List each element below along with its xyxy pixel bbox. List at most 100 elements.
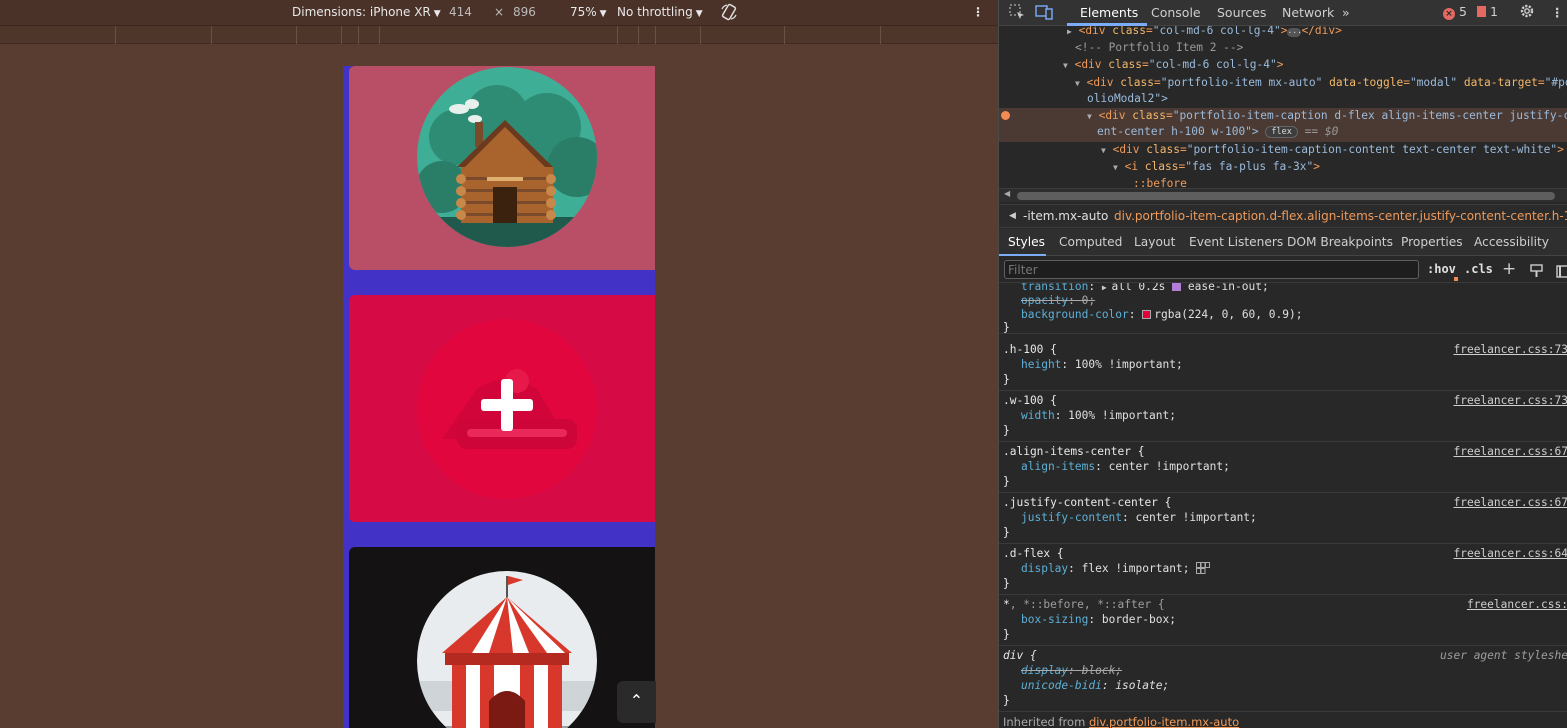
tab-sources[interactable]: Sources xyxy=(1217,5,1266,20)
tab-styles[interactable]: Styles xyxy=(1008,235,1045,249)
tab-layout[interactable]: Layout xyxy=(1134,235,1175,249)
css-rule-d-flex: .d-flex { freelancer.css:64 display: fle… xyxy=(999,544,1567,595)
css-selector[interactable]: *, *::before, *::after { xyxy=(1003,597,1165,612)
tab-network[interactable]: Network xyxy=(1282,5,1334,20)
chevron-up-icon: ⌃ xyxy=(629,691,644,710)
tab-event-listeners[interactable]: Event Listeners xyxy=(1189,235,1283,249)
dom-comment[interactable]: <!-- Portfolio Item 2 --> xyxy=(1075,40,1243,56)
dom-node-caption-wrap: ent-center h-100 w-100"> flex == $0 xyxy=(1097,125,1339,138)
dom-horizontal-scrollbar[interactable]: ◀ xyxy=(999,188,1567,202)
sidebar-toggle-icon[interactable] xyxy=(1556,263,1567,282)
issue-flag-icon xyxy=(1477,6,1486,17)
flexbox-editor-icon[interactable] xyxy=(1196,562,1211,578)
dom-node-portfolio-item[interactable]: ▼ <div class="portfolio-item mx-auto" da… xyxy=(1075,75,1567,91)
media-query-ruler xyxy=(0,26,998,44)
ruler-tick xyxy=(880,26,881,44)
filter-input[interactable] xyxy=(1004,260,1419,279)
css-selector[interactable]: div { xyxy=(1003,648,1037,663)
collapse-triangle-icon: ▼ xyxy=(1113,163,1118,172)
scrollbar-thumb[interactable] xyxy=(1017,192,1555,200)
scroll-left-arrow-icon[interactable]: ◀ xyxy=(1004,189,1010,198)
css-declaration[interactable]: box-sizing: border-box; xyxy=(1021,612,1176,627)
flex-badge[interactable]: flex xyxy=(1265,126,1298,138)
css-selector[interactable]: .justify-content-center { xyxy=(1003,495,1171,510)
tab-computed[interactable]: Computed xyxy=(1059,235,1122,249)
dom-node-col-2[interactable]: ▼ <div class="col-md-6 col-lg-4"> xyxy=(1063,57,1283,73)
css-source-link[interactable]: freelancer.css: xyxy=(1467,597,1567,612)
css-declaration[interactable]: width: 100% !important; xyxy=(1021,408,1176,423)
ruler-tick xyxy=(617,26,618,44)
portfolio-item-cabin[interactable] xyxy=(349,66,655,270)
issues-count: 1 xyxy=(1489,4,1498,19)
dom-node-icon-i[interactable]: ▼ <i class="fas fa-plus fa-3x"> xyxy=(1113,159,1320,175)
new-rule-plus-icon[interactable]: + xyxy=(1502,259,1516,279)
scroll-to-top-button[interactable]: ⌃ xyxy=(617,681,656,723)
css-declaration[interactable]: background-color: rgba(224, 0, 60, 0.9); xyxy=(1021,307,1302,322)
rotate-icon[interactable] xyxy=(720,3,738,24)
color-swatch[interactable] xyxy=(1142,310,1152,319)
css-source-link[interactable]: freelancer.css:73 xyxy=(1453,393,1567,408)
tab-console[interactable]: Console xyxy=(1151,5,1201,20)
inherited-from-link[interactable]: div.portfolio-item.mx-auto xyxy=(1089,715,1239,728)
ruler-tick xyxy=(655,26,656,44)
cabin-image xyxy=(417,67,597,247)
elements-dom-tree: ▶ <div class="col-md-6 col-lg-4">...</di… xyxy=(999,26,1567,188)
portfolio-item-circus[interactable] xyxy=(349,547,655,728)
dom-node-caption-content[interactable]: ▼ <div class="portfolio-item-caption-con… xyxy=(1101,142,1564,158)
height-input[interactable]: 896 xyxy=(513,5,536,19)
errors-counter[interactable]: × 5 xyxy=(1443,4,1467,20)
dom-node-col-1[interactable]: ▶ <div class="col-md-6 col-lg-4">...</di… xyxy=(1067,26,1342,39)
dimensions-dropdown[interactable]: Dimensions: iPhone XR ▼ xyxy=(292,5,441,19)
cls-toggle[interactable]: .cls xyxy=(1464,262,1493,276)
css-selector[interactable]: .w-100 { xyxy=(1003,393,1057,408)
css-declaration[interactable]: justify-content: center !important; xyxy=(1021,510,1257,525)
paint-brush-icon[interactable] xyxy=(1530,263,1543,282)
css-declaration-overridden[interactable]: display: block; xyxy=(1021,663,1122,678)
css-selector[interactable]: .h-100 { xyxy=(1003,342,1057,357)
portfolio-item-cake[interactable] xyxy=(349,295,655,522)
ruler-tick xyxy=(341,26,342,44)
tab-accessibility[interactable]: Accessibility xyxy=(1474,235,1549,249)
css-source-link[interactable]: freelancer.css:73 xyxy=(1453,342,1567,357)
breadcrumb-item-caption[interactable]: div.portfolio-item-caption.d-flex.align-… xyxy=(1114,209,1567,223)
css-selector[interactable]: .align-items-center { xyxy=(1003,444,1144,459)
css-source-link[interactable]: freelancer.css:67 xyxy=(1453,444,1567,459)
css-selector[interactable]: .d-flex { xyxy=(1003,546,1064,561)
dom-pseudo-before[interactable]: ::before xyxy=(1133,176,1187,188)
dom-node-caption-selected[interactable]: ▼ <div class="portfolio-item-caption d-f… xyxy=(1087,108,1567,124)
more-options-icon[interactable]: ⋮ xyxy=(972,5,984,19)
ruler-tick xyxy=(700,26,701,44)
more-tabs-icon[interactable]: » xyxy=(1342,5,1350,20)
zoom-dropdown[interactable]: 75% ▼ xyxy=(570,5,607,19)
breadcrumb-left-arrow-icon[interactable]: ◀ xyxy=(1009,211,1016,221)
dom-node-wrap: olioModal2"> xyxy=(1087,92,1168,105)
hov-toggle[interactable]: :hov xyxy=(1427,262,1456,276)
tab-dom-breakpoints[interactable]: DOM Breakpoints xyxy=(1287,235,1393,249)
css-source-link[interactable]: freelancer.css:67 xyxy=(1453,495,1567,510)
breadcrumb: ◀ -item.mx-auto div.portfolio-item-capti… xyxy=(999,204,1567,228)
css-declaration[interactable]: align-items: center !important; xyxy=(1021,459,1230,474)
css-source-link[interactable]: freelancer.css:64 xyxy=(1453,546,1567,561)
settings-gear-icon[interactable] xyxy=(1519,3,1535,22)
css-declaration-overridden[interactable]: opacity: 0; xyxy=(1021,293,1095,308)
devtools-more-icon[interactable]: ⋮ xyxy=(1551,5,1564,20)
issues-counter[interactable]: 1 xyxy=(1477,4,1498,19)
easing-swatch-icon[interactable] xyxy=(1172,283,1182,291)
css-declaration[interactable]: unicode-bidi: isolate; xyxy=(1021,678,1169,693)
inspect-element-icon[interactable] xyxy=(1009,4,1025,23)
width-input[interactable]: 414 xyxy=(449,5,472,19)
css-declaration[interactable]: display: flex !important; xyxy=(1021,561,1211,578)
tab-elements[interactable]: Elements xyxy=(1080,5,1138,20)
css-rule-align-items-center: .align-items-center { freelancer.css:67 … xyxy=(999,442,1567,493)
ruler-tick xyxy=(784,26,785,44)
tab-properties[interactable]: Properties xyxy=(1401,235,1463,249)
ellipsis-badge[interactable]: ... xyxy=(1287,27,1302,37)
css-declaration[interactable]: height: 100% !important; xyxy=(1021,357,1183,372)
breakpoint-dot-icon xyxy=(1001,109,1010,125)
throttling-dropdown[interactable]: No throttling ▼ xyxy=(617,5,703,19)
css-rule-caption: transition: ▶ all 0.2s ease-in-out; opac… xyxy=(999,283,1567,334)
breadcrumb-item-portfolio-item[interactable]: -item.mx-auto xyxy=(1023,209,1108,223)
plus-icon xyxy=(481,379,533,431)
ruler-tick xyxy=(638,26,639,44)
device-toggle-icon[interactable] xyxy=(1035,4,1053,23)
